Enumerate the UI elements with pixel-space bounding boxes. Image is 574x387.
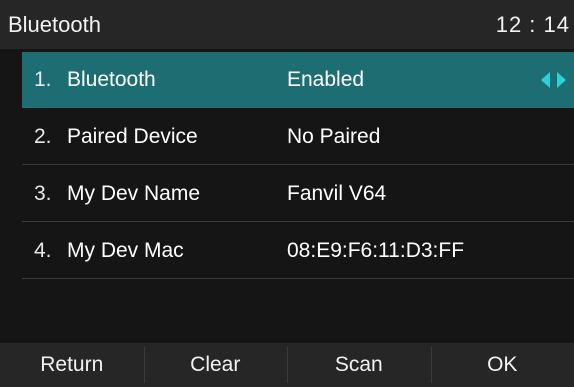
clock: 12 : 14: [495, 11, 570, 37]
item-number: 1.: [34, 68, 52, 91]
page-title: Bluetooth: [8, 11, 101, 37]
list-item-my-dev-name[interactable]: 3. My Dev Name Fanvil V64: [22, 166, 574, 222]
item-number: 2.: [34, 124, 52, 148]
return-softkey[interactable]: Return: [0, 343, 144, 387]
item-value: 08:E9:F6:11:D3:FF: [287, 238, 465, 262]
softkey-bar: Return Clear Scan OK: [0, 343, 574, 387]
item-label: Bluetooth: [67, 68, 156, 91]
item-label: My Dev Name: [67, 181, 201, 205]
arrow-right-icon[interactable]: [556, 72, 566, 88]
arrow-left-icon[interactable]: [541, 72, 551, 88]
left-right-arrows-icon[interactable]: [541, 72, 566, 88]
item-label: My Dev Mac: [67, 238, 184, 262]
list-item-bluetooth[interactable]: 1. Bluetooth Enabled: [22, 52, 574, 108]
title-bar: Bluetooth 12 : 14: [0, 0, 574, 49]
scan-softkey[interactable]: Scan: [287, 343, 431, 387]
ok-softkey[interactable]: OK: [430, 343, 574, 387]
clear-softkey[interactable]: Clear: [143, 343, 288, 387]
item-value: Enabled: [287, 68, 365, 91]
item-value: No Paired: [287, 124, 381, 148]
item-number: 4.: [34, 238, 52, 262]
item-value: Fanvil V64: [287, 181, 387, 205]
item-label: Paired Device: [67, 124, 198, 148]
list-item-paired-device[interactable]: 2. Paired Device No Paired: [22, 109, 574, 165]
item-number: 3.: [34, 181, 52, 205]
list-item-my-dev-mac[interactable]: 4. My Dev Mac 08:E9:F6:11:D3:FF: [22, 223, 574, 279]
